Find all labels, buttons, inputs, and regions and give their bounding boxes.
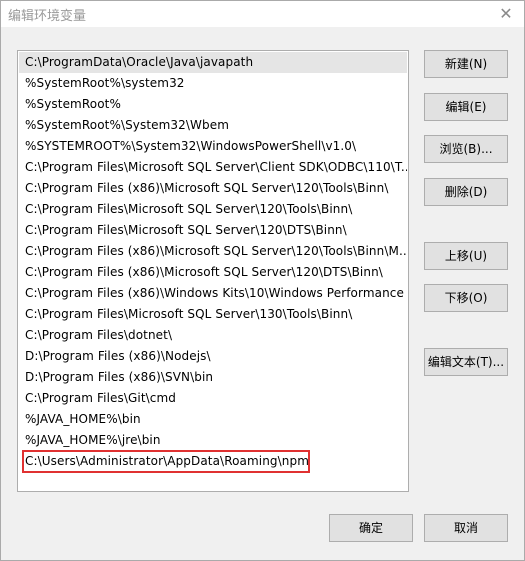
- browse-button[interactable]: 浏览(B)...: [424, 135, 508, 163]
- path-list-item[interactable]: %SystemRoot%\System32\Wbem: [19, 115, 407, 136]
- path-list-item[interactable]: %JAVA_HOME%\bin: [19, 409, 407, 430]
- path-list-item[interactable]: C:\Program Files (x86)\Microsoft SQL Ser…: [19, 262, 407, 283]
- path-list-item[interactable]: C:\ProgramData\Oracle\Java\javapath: [19, 52, 407, 73]
- path-list[interactable]: C:\ProgramData\Oracle\Java\javapath %Syst…: [17, 50, 409, 492]
- path-list-item[interactable]: D:\Program Files (x86)\Nodejs\: [19, 346, 407, 367]
- path-list-item[interactable]: %SystemRoot%\system32: [19, 73, 407, 94]
- path-list-item[interactable]: C:\Program Files (x86)\Microsoft SQL Ser…: [19, 241, 407, 262]
- path-list-item[interactable]: C:\Program Files\dotnet\: [19, 325, 407, 346]
- path-list-item[interactable]: C:\Program Files (x86)\Windows Kits\10\W…: [19, 283, 407, 304]
- edit-text-button[interactable]: 编辑文本(T)...: [424, 348, 508, 376]
- path-edit-field[interactable]: C:\Users\Administrator\AppData\Roaming\n…: [22, 450, 310, 473]
- edit-env-var-dialog: 编辑环境变量 ✕ C:\ProgramData\Oracle\Java\java…: [0, 0, 525, 561]
- path-list-item[interactable]: C:\Program Files\Microsoft SQL Server\12…: [19, 220, 407, 241]
- delete-button[interactable]: 删除(D): [424, 178, 508, 206]
- edit-button[interactable]: 编辑(E): [424, 93, 508, 121]
- path-list-item[interactable]: %SYSTEMROOT%\System32\WindowsPowerShell\…: [19, 136, 407, 157]
- path-list-item[interactable]: C:\Program Files\Microsoft SQL Server\13…: [19, 304, 407, 325]
- path-list-item[interactable]: %SystemRoot%: [19, 94, 407, 115]
- ok-button[interactable]: 确定: [329, 514, 413, 542]
- cancel-button[interactable]: 取消: [424, 514, 508, 542]
- new-button[interactable]: 新建(N): [424, 50, 508, 78]
- close-icon[interactable]: ✕: [494, 3, 518, 25]
- path-list-item[interactable]: D:\Program Files (x86)\SVN\bin: [19, 367, 407, 388]
- window-title: 编辑环境变量: [8, 9, 87, 24]
- path-list-item[interactable]: %JAVA_HOME%\jre\bin: [19, 430, 407, 451]
- move-down-button[interactable]: 下移(O): [424, 284, 508, 312]
- path-list-item[interactable]: C:\Program Files\Microsoft SQL Server\12…: [19, 199, 407, 220]
- move-up-button[interactable]: 上移(U): [424, 242, 508, 270]
- title-bar: 编辑环境变量 ✕: [1, 1, 524, 27]
- path-list-item[interactable]: C:\Program Files\Microsoft SQL Server\Cl…: [19, 157, 407, 178]
- path-list-item[interactable]: C:\Program Files\Git\cmd: [19, 388, 407, 409]
- path-list-item[interactable]: C:\Program Files (x86)\Microsoft SQL Ser…: [19, 178, 407, 199]
